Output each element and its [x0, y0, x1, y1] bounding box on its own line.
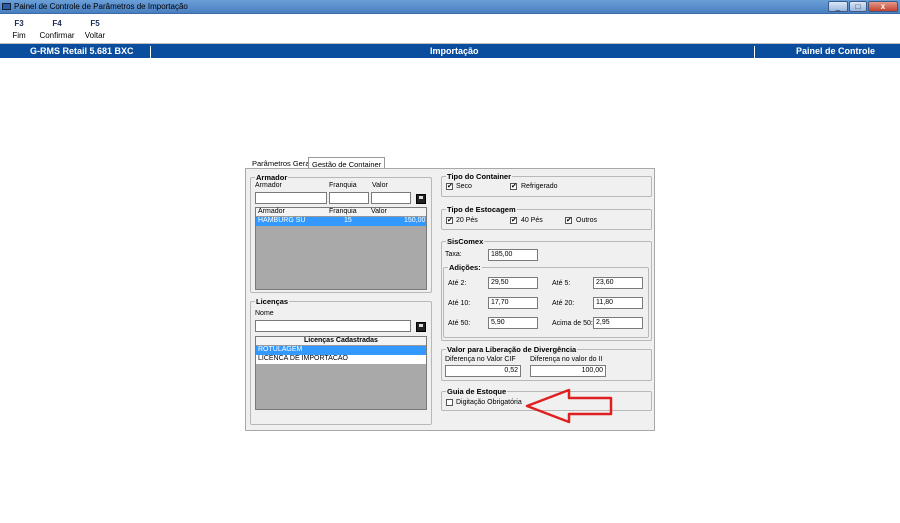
armador-grid: Armador Franquia Valor HAMBURG SU 15 150…	[255, 207, 427, 290]
licencas-grid-header: Licenças Cadastradas	[256, 337, 426, 346]
licencas-grid: Licenças Cadastradas ROTULAGEM LICENCA D…	[255, 336, 427, 410]
valor-label: Valor	[372, 182, 388, 189]
fim-key: F3	[14, 19, 24, 28]
voltar-button[interactable]: F5 Voltar	[82, 16, 108, 42]
window-titlebar: Painel de Controle de Parâmetros de Impo…	[0, 0, 900, 14]
adicoes-legend: Adições:	[449, 263, 481, 272]
valor-input[interactable]	[371, 192, 411, 204]
20-pes-label: 20 Pés	[456, 217, 478, 224]
list-item[interactable]: LICENCA DE IMPORTACAO	[256, 355, 426, 364]
siscomex-legend: SisComex	[447, 237, 484, 246]
acima-50-label: Acima de 50:	[552, 320, 593, 327]
ate-2-input[interactable]: 29,50	[488, 277, 538, 289]
fim-button[interactable]: F3 Fim	[6, 16, 32, 42]
seco-label: Seco	[456, 183, 472, 190]
row-franquia: 15	[344, 217, 352, 224]
nome-input[interactable]	[255, 320, 411, 332]
col-valor: Valor	[371, 208, 387, 215]
divergencia-legend: Valor para Liberação de Divergência	[447, 345, 577, 354]
digitacao-obrigatoria-checkbox[interactable]	[446, 399, 453, 406]
voltar-key: F5	[90, 19, 100, 28]
ate-50-input[interactable]: 5,90	[488, 317, 538, 329]
outros-label: Outros	[576, 217, 598, 224]
licenca-item: LICENCA DE IMPORTACAO	[258, 355, 348, 362]
col-armador: Armador	[258, 208, 285, 215]
franquia-input[interactable]	[329, 192, 369, 204]
ate-5-label: Até 5:	[552, 280, 571, 287]
tipo-container-legend: Tipo do Container	[447, 172, 512, 181]
cif-input[interactable]: 0,52	[445, 365, 521, 377]
save-licenca-icon[interactable]	[416, 322, 426, 332]
maximize-button[interactable]: □	[849, 1, 867, 12]
nome-label: Nome	[255, 310, 274, 317]
minimize-button[interactable]: _	[828, 1, 848, 12]
save-armador-icon[interactable]	[416, 194, 426, 204]
table-row[interactable]: HAMBURG SU 15 150,00	[256, 217, 426, 226]
licencas-legend: Licenças	[256, 297, 289, 306]
confirmar-label: Confirmar	[39, 31, 75, 40]
refrigerado-checkbox[interactable]: ✔	[510, 183, 517, 190]
franquia-label: Franquia	[329, 182, 357, 189]
voltar-label: Voltar	[84, 31, 106, 40]
armador-label: Armador	[255, 182, 282, 189]
licenca-item: ROTULAGEM	[258, 346, 303, 353]
annotation-arrow-icon	[525, 388, 613, 424]
tipo-estocagem-legend: Tipo de Estocagem	[447, 205, 516, 214]
screen-title: Painel de Controle	[796, 46, 876, 56]
ate-50-label: Até 50:	[448, 320, 471, 327]
taxa-input[interactable]: 185,00	[488, 249, 538, 261]
armador-input[interactable]	[255, 192, 327, 204]
seco-checkbox[interactable]: ✔	[446, 183, 453, 190]
cif-label: Diferença no Valor CIF	[445, 356, 516, 363]
ate-20-input[interactable]: 11,80	[593, 297, 643, 309]
refrigerado-label: Refrigerado	[521, 183, 558, 190]
module-title: Importação	[430, 46, 479, 56]
40-pes-label: 40 Pés	[521, 217, 543, 224]
col-franquia: Franquia	[329, 208, 357, 215]
header-bar: G-RMS Retail 5.681 BXC Importação Painel…	[0, 44, 900, 60]
armador-grid-header: Armador Franquia Valor	[256, 208, 426, 217]
armador-legend: Armador	[256, 173, 288, 182]
40-pes-checkbox[interactable]: ✔	[510, 217, 517, 224]
ii-label: Diferença no valor do II	[530, 356, 603, 363]
ate-10-label: Até 10:	[448, 300, 471, 307]
row-armador: HAMBURG SU	[258, 217, 306, 224]
row-valor: 150,00	[404, 217, 426, 224]
20-pes-checkbox[interactable]: ✔	[446, 217, 453, 224]
header-divider	[754, 46, 755, 60]
outros-checkbox[interactable]: ✔	[565, 217, 572, 224]
app-icon	[2, 3, 11, 10]
acima-50-input[interactable]: 2,95	[593, 317, 643, 329]
ate-20-label: Até 20:	[552, 300, 575, 307]
system-version: G-RMS Retail 5.681 BXC	[30, 46, 134, 56]
header-divider	[150, 46, 151, 60]
fim-label: Fim	[12, 31, 26, 40]
confirmar-key: F4	[52, 19, 62, 28]
close-button[interactable]: x	[868, 1, 898, 12]
digitacao-obrigatoria-label: Digitação Obrigatória	[456, 399, 522, 406]
ate-10-input[interactable]: 17,70	[488, 297, 538, 309]
list-item[interactable]: ROTULAGEM	[256, 346, 426, 355]
ate-2-label: Até 2:	[448, 280, 467, 287]
guia-estoque-legend: Guia de Estoque	[447, 387, 507, 396]
window-title: Painel de Controle de Parâmetros de Impo…	[14, 2, 188, 11]
confirmar-button[interactable]: F4 Confirmar	[38, 16, 76, 42]
ate-5-input[interactable]: 23,60	[593, 277, 643, 289]
taxa-label: Taxa:	[445, 251, 462, 258]
function-key-toolbar: F3 Fim F4 Confirmar F5 Voltar	[0, 14, 900, 44]
licencas-header-text: Licenças Cadastradas	[304, 337, 378, 344]
ii-input[interactable]: 100,00	[530, 365, 606, 377]
